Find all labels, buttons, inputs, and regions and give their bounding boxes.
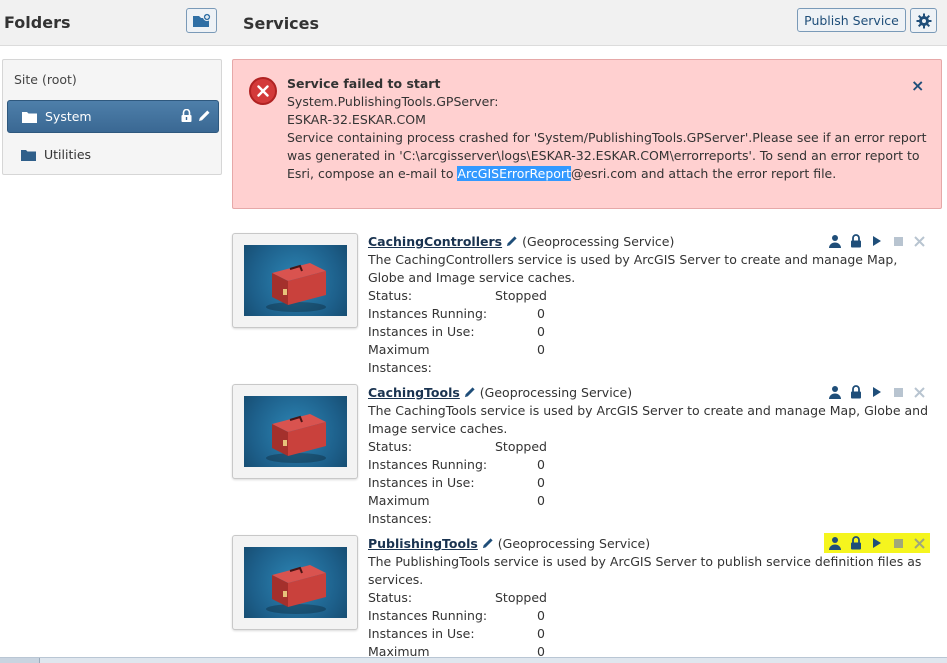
service-type: (Geoprocessing Service) xyxy=(522,234,675,249)
maximum-instances-label: Maximum Instances: xyxy=(368,493,432,526)
pencil-icon[interactable] xyxy=(506,235,518,247)
user-icon[interactable] xyxy=(828,234,842,248)
stop-icon[interactable] xyxy=(891,536,905,550)
error-message: Service failed to start System.Publishin… xyxy=(287,75,927,183)
pencil-icon[interactable] xyxy=(482,537,494,549)
toolbox-icon xyxy=(266,565,326,614)
new-folder-button[interactable] xyxy=(186,8,217,33)
status-label: Status: xyxy=(368,288,413,303)
error-x-icon xyxy=(249,77,277,105)
taskbar-tab[interactable] xyxy=(0,658,40,663)
service-thumbnail[interactable] xyxy=(232,233,358,328)
user-icon[interactable] xyxy=(828,385,842,399)
lock-icon[interactable] xyxy=(849,536,863,550)
instances-in-use-value: 0 xyxy=(537,475,545,490)
error-email-highlight: ArcGISErrorReport xyxy=(457,166,571,181)
close-icon[interactable]: × xyxy=(911,76,924,95)
maximum-instances-label: Maximum Instances: xyxy=(368,342,432,375)
service-item: CachingTools (Geoprocessing Service) The… xyxy=(232,384,942,526)
service-actions xyxy=(824,533,930,553)
play-icon[interactable] xyxy=(870,536,884,550)
status-value: Stopped xyxy=(495,439,547,454)
folders-title: Folders xyxy=(4,13,71,32)
instances-running-label: Instances Running: xyxy=(368,608,488,623)
error-banner: Service failed to start System.Publishin… xyxy=(232,59,942,209)
delete-x-icon[interactable] xyxy=(912,385,926,399)
service-type: (Geoprocessing Service) xyxy=(479,385,633,400)
toolbox-icon xyxy=(266,414,326,463)
sidebar-item-label: Utilities xyxy=(44,147,92,162)
instances-running-value: 0 xyxy=(537,306,545,321)
instances-in-use-value: 0 xyxy=(537,626,545,641)
service-description: The CachingControllers service is used b… xyxy=(368,252,898,285)
lock-icon[interactable] xyxy=(849,385,863,399)
lock-icon[interactable] xyxy=(181,109,192,122)
user-icon[interactable] xyxy=(828,536,842,550)
delete-x-icon[interactable] xyxy=(912,536,926,550)
publish-service-button[interactable]: Publish Service xyxy=(797,8,906,32)
folder-icon xyxy=(22,111,38,123)
site-root-link[interactable]: Site (root) xyxy=(14,72,77,87)
gear-icon xyxy=(916,13,931,28)
instances-running-label: Instances Running: xyxy=(368,306,488,321)
service-type: (Geoprocessing Service) xyxy=(497,536,651,551)
service-thumbnail[interactable] xyxy=(232,384,358,479)
error-service-line: System.PublishingTools.GPServer: xyxy=(287,94,499,109)
instances-running-value: 0 xyxy=(537,457,545,472)
service-actions xyxy=(828,233,926,249)
services-title: Services xyxy=(243,14,320,33)
toolbox-icon xyxy=(266,263,326,312)
folder-icon xyxy=(21,149,37,161)
service-name-link[interactable]: CachingTools xyxy=(368,385,460,400)
stop-icon[interactable] xyxy=(891,234,905,248)
sidebar-item-utilities[interactable]: Utilities xyxy=(7,138,219,171)
service-details: PublishingTools (Geoprocessing Service) … xyxy=(368,535,928,663)
sidebar-item-system[interactable]: System xyxy=(7,100,219,133)
status-label: Status: xyxy=(368,590,413,605)
service-item: PublishingTools (Geoprocessing Service) … xyxy=(232,533,942,663)
delete-x-icon[interactable] xyxy=(912,234,926,248)
top-bar: Folders Services Publish Service xyxy=(0,0,947,46)
service-name-link[interactable]: PublishingTools xyxy=(368,536,478,551)
service-details: CachingControllers (Geoprocessing Servic… xyxy=(368,233,928,377)
maximum-instances-value: 0 xyxy=(537,342,545,357)
pencil-icon[interactable] xyxy=(198,109,211,122)
sidebar-item-label: System xyxy=(45,109,92,124)
instances-running-value: 0 xyxy=(537,608,545,623)
pencil-icon[interactable] xyxy=(464,386,476,398)
instances-in-use-label: Instances in Use: xyxy=(368,324,475,339)
instances-in-use-value: 0 xyxy=(537,324,545,339)
service-thumbnail[interactable] xyxy=(232,535,358,630)
settings-button[interactable] xyxy=(910,8,937,33)
instances-running-label: Instances Running: xyxy=(368,457,488,472)
lock-icon[interactable] xyxy=(849,234,863,248)
play-icon[interactable] xyxy=(870,385,884,399)
stop-icon[interactable] xyxy=(891,385,905,399)
error-title: Service failed to start xyxy=(287,76,441,91)
service-description: The PublishingTools service is used by A… xyxy=(368,554,922,587)
service-details: CachingTools (Geoprocessing Service) The… xyxy=(368,384,928,528)
play-icon[interactable] xyxy=(870,234,884,248)
taskbar-edge xyxy=(0,657,947,663)
folders-sidebar: Site (root) System Utilities xyxy=(2,59,222,175)
error-details-tail: @esri.com and attach the error report fi… xyxy=(570,166,837,181)
instances-in-use-label: Instances in Use: xyxy=(368,475,475,490)
new-folder-icon xyxy=(192,13,211,27)
error-host-line: ESKAR-32.ESKAR.COM xyxy=(287,112,426,127)
status-label: Status: xyxy=(368,439,413,454)
maximum-instances-value: 0 xyxy=(537,493,545,508)
service-actions xyxy=(828,384,926,400)
service-item: CachingControllers (Geoprocessing Servic… xyxy=(232,233,942,375)
status-value: Stopped xyxy=(495,590,547,605)
error-details: Service containing process crashed for '… xyxy=(287,129,927,183)
status-value: Stopped xyxy=(495,288,547,303)
service-description: The CachingTools service is used by ArcG… xyxy=(368,403,929,436)
service-name-link[interactable]: CachingControllers xyxy=(368,234,502,249)
instances-in-use-label: Instances in Use: xyxy=(368,626,475,641)
